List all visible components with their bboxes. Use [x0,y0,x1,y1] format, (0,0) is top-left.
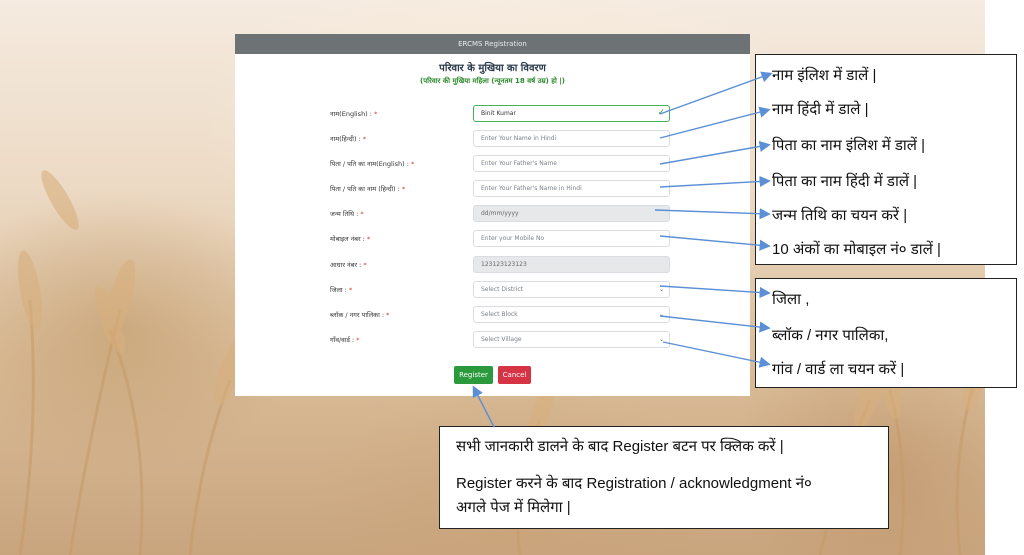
row-name-english: नाम(English) : * Binit Kumar ✓ [235,105,750,123]
field-label: गाँव/वार्ड : * [330,336,360,344]
callout-name-hindi: नाम हिंदी में डाले | [772,101,869,118]
name-english-input[interactable]: Binit Kumar ✓ [473,105,670,122]
row-aadhaar: आधार नंबर : * 123123123123 [235,256,750,274]
row-mobile: मोबाइल नंबर : * Enter your Mobile No [235,230,750,248]
window-title: ERCMS Registration [235,34,750,54]
row-village: गाँव/वार्ड : * Select Village ⌄ [235,331,750,349]
row-father-hindi: पिता / पति का नाम (हिन्दी) : * Enter You… [235,180,750,198]
callout-register-info: सभी जानकारी डालने के बाद Register बटन पर… [439,426,889,529]
field-label: जन्म तिथि : * [330,210,364,218]
aadhaar-input[interactable]: 123123123123 [473,256,670,273]
field-label: आधार नंबर : * [330,261,367,269]
mobile-input[interactable]: Enter your Mobile No [473,230,670,247]
callout-block: ब्लॉक / नगर पालिका, [772,327,889,344]
register-button[interactable]: Register [454,366,493,384]
registration-form-panel: ERCMS Registration परिवार के मुखिया का व… [235,34,750,396]
field-label: मोबाइल नंबर : * [330,235,371,243]
block-select[interactable]: Select Block ⌄ [473,306,670,323]
row-district: जिला : * Select District ⌄ [235,281,750,299]
father-name-english-input[interactable]: Enter Your Father's Name [473,155,670,172]
row-father-english: पिता / पति का नाम(English) : * Enter You… [235,155,750,173]
row-dob: जन्म तिथि : * dd/mm/yyyy [235,205,750,223]
form-heading: परिवार के मुखिया का विवरण [439,63,546,74]
row-name-hindi: नाम(हिन्दी) : * Enter Your Name in Hindi [235,130,750,148]
name-hindi-input[interactable]: Enter Your Name in Hindi [473,130,670,147]
callout-register-line1: सभी जानकारी डालने के बाद Register बटन पर… [456,438,784,455]
field-label: नाम(English) : * [330,110,378,118]
callout-name-english: नाम इंलिश में डालें | [772,67,877,84]
form-subheading: (परिवार की मुखिया महिला (न्यूनतम 18 वर्ष… [420,77,565,85]
field-label: जिला : * [330,286,353,294]
field-label: नाम(हिन्दी) : * [330,135,367,143]
cancel-button[interactable]: Cancel [498,366,531,384]
callout-register-line2: Register करने के बाद Registration / ackn… [456,475,812,492]
callout-group-top: नाम इंलिश में डालें | नाम हिंदी में डाले… [755,54,1017,265]
field-label: पिता / पति का नाम(English) : * [330,160,415,168]
callout-father-english: पिता का नाम इंलिश में डालें | [772,137,925,154]
dob-input[interactable]: dd/mm/yyyy [473,205,670,222]
callout-group-location: जिला , ब्लॉक / नगर पालिका, गांव / वार्ड … [755,278,1017,388]
callout-register-line3: अगले पेज में मिलेगा | [456,499,571,516]
father-name-hindi-input[interactable]: Enter Your Father's Name in Hindi [473,180,670,197]
callout-mobile: 10 अंकों का मोबाइल नं० डालें | [772,241,941,258]
chevron-down-icon: ⌄ [658,336,664,343]
field-label: ब्लॉक / नगर पालिका : * [330,311,390,319]
callout-district: जिला , [772,291,810,308]
village-select[interactable]: Select Village ⌄ [473,331,670,348]
callout-father-hindi: पिता का नाम हिंदी में डालें | [772,173,918,190]
callout-dob: जन्म तिथि का चयन करें | [772,207,908,224]
field-label: पिता / पति का नाम (हिन्दी) : * [330,185,406,193]
chevron-down-icon: ⌄ [658,286,664,293]
row-block: ब्लॉक / नगर पालिका : * Select Block ⌄ [235,306,750,324]
district-select[interactable]: Select District ⌄ [473,281,670,298]
chevron-down-icon: ⌄ [658,311,664,318]
check-icon: ✓ [657,108,665,118]
callout-village: गांव / वार्ड ला चयन करें | [772,361,905,378]
